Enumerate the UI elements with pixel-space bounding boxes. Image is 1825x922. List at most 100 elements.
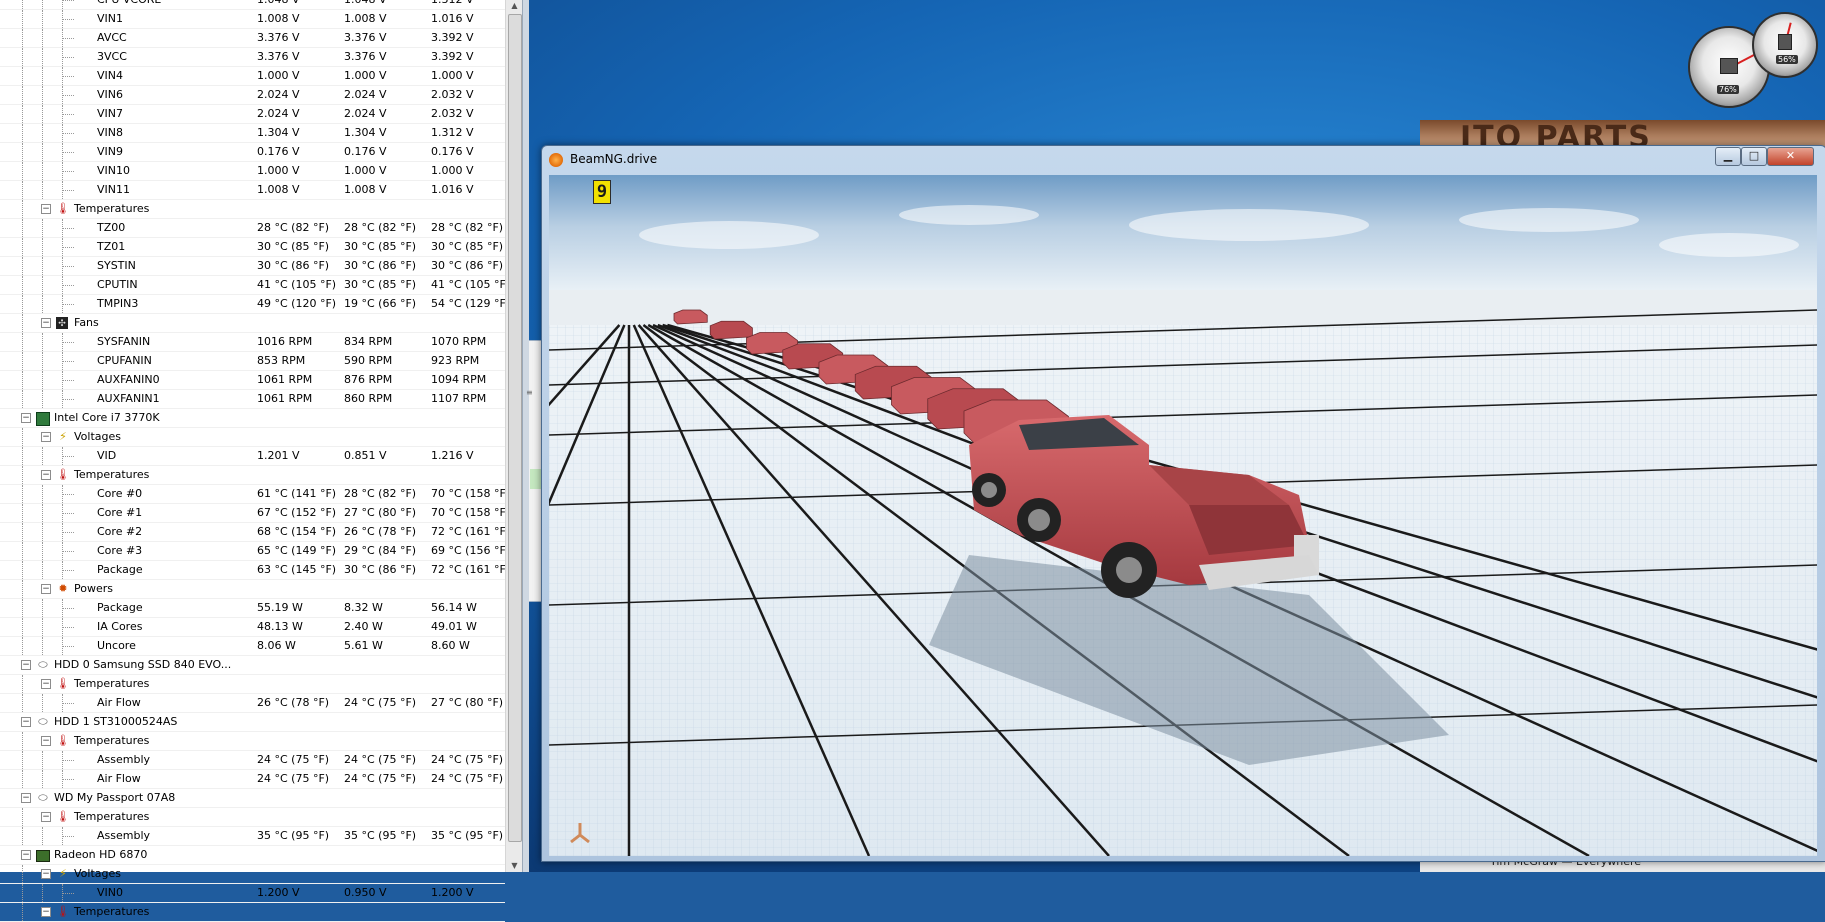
sensor-max-value: 72 °C (161 °F)	[431, 563, 511, 576]
sensor-tree-scrollbar[interactable]: ▲ ▼	[505, 0, 523, 872]
sensor-row[interactable]: VIN7 2.024 V 2.024 V 2.032 V	[0, 105, 505, 124]
sensor-row[interactable]: AUXFANIN1 1061 RPM 860 RPM 1107 RPM	[0, 390, 505, 409]
sensor-max-value: 1.000 V	[431, 164, 474, 177]
collapse-toggle-icon[interactable]: −	[41, 318, 51, 328]
sensor-row[interactable]: TMPIN3 49 °C (120 °F) 19 °C (66 °F) 54 °C (…	[0, 295, 510, 314]
collapse-toggle-icon[interactable]: −	[21, 717, 31, 727]
sensor-row[interactable]: VIN6 2.024 V 2.024 V 2.032 V	[0, 86, 505, 105]
window-resize-edge[interactable]: ≡	[522, 0, 533, 872]
sensor-group-label: HDD 0 Samsung SSD 840 EVO...	[54, 658, 232, 671]
sensor-group-row[interactable]: − ⬭ WD My Passport 07A8	[0, 789, 505, 808]
beamng-app-icon[interactable]	[549, 153, 563, 167]
sensor-row[interactable]: TZ00 28 °C (82 °F) 28 °C (82 °F) 28 °C (82 …	[0, 219, 505, 238]
sensor-row[interactable]: CPUTIN 41 °C (105 °F) 30 °C (85 °F) 41 °C (…	[0, 276, 510, 295]
sensor-group-label: Temperatures	[74, 677, 150, 690]
collapse-toggle-icon[interactable]: −	[41, 736, 51, 746]
sensor-row[interactable]: Assembly 35 °C (95 °F) 35 °C (95 °F) 35 °C …	[0, 827, 505, 846]
sensor-row[interactable]: VIN9 0.176 V 0.176 V 0.176 V	[0, 143, 505, 162]
sensor-row[interactable]: Assembly 24 °C (75 °F) 24 °C (75 °F) 24 °C …	[0, 751, 505, 770]
sensor-row[interactable]: CPUFANIN 853 RPM 590 RPM 923 RPM	[0, 352, 505, 371]
sensor-group-row[interactable]: − ⚡ Voltages	[0, 865, 505, 884]
sensor-row[interactable]: IA Cores 48.13 W 2.40 W 49.01 W	[0, 618, 505, 637]
minimize-button[interactable]: ▁	[1715, 147, 1741, 166]
sensor-row[interactable]: VIN0 1.200 V 0.950 V 1.200 V	[0, 884, 505, 903]
cpu-meter-gadget[interactable]: 76% 56%	[1688, 12, 1820, 108]
tree-branch-line	[62, 608, 74, 609]
sensor-name: AUXFANIN0	[97, 373, 160, 386]
sensor-group-label: Fans	[74, 316, 99, 329]
sensor-group-row[interactable]: − ✣ Fans	[0, 314, 505, 333]
collapse-toggle-icon[interactable]: −	[41, 907, 51, 917]
sensor-name: Uncore	[97, 639, 136, 652]
collapse-toggle-icon[interactable]: −	[21, 850, 31, 860]
sensor-row[interactable]: Uncore 8.06 W 5.61 W 8.60 W	[0, 637, 505, 656]
sensor-value: 3.376 V	[257, 31, 300, 44]
sensor-row[interactable]: Core #0 61 °C (141 °F) 28 °C (82 °F) 70 °C …	[0, 485, 510, 504]
sensor-group-row[interactable]: − ⬭ HDD 0 Samsung SSD 840 EVO...	[0, 656, 505, 675]
collapse-toggle-icon[interactable]: −	[41, 432, 51, 442]
sensor-row[interactable]: AVCC 3.376 V 3.376 V 3.392 V	[0, 29, 505, 48]
scrollbar-thumb[interactable]	[508, 14, 522, 842]
collapse-toggle-icon[interactable]: −	[41, 204, 51, 214]
close-button[interactable]: ✕	[1767, 147, 1814, 166]
collapse-toggle-icon[interactable]: −	[21, 413, 31, 423]
sensor-group-row[interactable]: − 🌡 Temperatures	[0, 200, 505, 219]
tree-guide-line	[42, 523, 43, 541]
tree-guide-line	[22, 29, 23, 47]
sensor-group-row[interactable]: − 🌡 Temperatures	[0, 903, 505, 922]
sensor-row[interactable]: SYSTIN 30 °C (86 °F) 30 °C (86 °F) 30 °C (8…	[0, 257, 505, 276]
sensor-row[interactable]: TZ01 30 °C (85 °F) 30 °C (85 °F) 30 °C (85 …	[0, 238, 505, 257]
sensor-group-row[interactable]: − ⚡ Voltages	[0, 428, 505, 447]
sensor-row[interactable]: VIN4 1.000 V 1.000 V 1.000 V	[0, 67, 505, 86]
sensor-min-value: 1.008 V	[344, 183, 387, 196]
sensor-row[interactable]: Core #2 68 °C (154 °F) 26 °C (78 °F) 72 °C …	[0, 523, 510, 542]
sensor-row[interactable]: Package 55.19 W 8.32 W 56.14 W	[0, 599, 505, 618]
sensor-row[interactable]: VIN10 1.000 V 1.000 V 1.000 V	[0, 162, 505, 181]
sensor-group-row[interactable]: − 🌡 Temperatures	[0, 675, 505, 694]
scroll-down-arrow-icon[interactable]: ▼	[509, 861, 520, 871]
maximize-button[interactable]: □	[1741, 147, 1767, 166]
sensor-row[interactable]: Air Flow 24 °C (75 °F) 24 °C (75 °F) 24 °C …	[0, 770, 505, 789]
tree-guide-line	[22, 162, 23, 180]
sensor-row[interactable]: SYSFANIN 1016 RPM 834 RPM 1070 RPM	[0, 333, 505, 352]
sensor-row[interactable]: Core #3 65 °C (149 °F) 29 °C (84 °F) 69 °C …	[0, 542, 510, 561]
collapse-toggle-icon[interactable]: −	[41, 470, 51, 480]
window-titlebar[interactable]: BeamNG.drive ▁ □ ✕	[542, 146, 1825, 174]
sensor-name: VIN0	[97, 886, 123, 899]
sensor-group-row[interactable]: − ⬭ HDD 1 ST31000524AS	[0, 713, 505, 732]
sensor-row[interactable]: VIN11 1.008 V 1.008 V 1.016 V	[0, 181, 505, 200]
collapse-toggle-icon[interactable]: −	[41, 812, 51, 822]
tree-guide-line	[42, 124, 43, 142]
sensor-row[interactable]: VID 1.201 V 0.851 V 1.216 V	[0, 447, 505, 466]
sensor-group-row[interactable]: − 🌡 Temperatures	[0, 466, 505, 485]
collapse-toggle-icon[interactable]: −	[21, 793, 31, 803]
sensor-group-row[interactable]: − 🌡 Temperatures	[0, 732, 505, 751]
sensor-row[interactable]: Core #1 67 °C (152 °F) 27 °C (80 °F) 70 °C …	[0, 504, 510, 523]
sensor-row[interactable]: VIN1 1.008 V 1.008 V 1.016 V	[0, 10, 505, 29]
sensor-row[interactable]: AUXFANIN0 1061 RPM 876 RPM 1094 RPM	[0, 371, 505, 390]
sensor-group-row[interactable]: − ✹ Powers	[0, 580, 505, 599]
tree-guide-line	[42, 390, 43, 408]
sensor-value: 24 °C (75 °F)	[257, 772, 330, 785]
sensor-row[interactable]: VIN8 1.304 V 1.304 V 1.312 V	[0, 124, 505, 143]
game-viewport[interactable]: 9	[549, 175, 1817, 856]
beamng-window[interactable]: BeamNG.drive ▁ □ ✕ 9	[541, 145, 1825, 862]
collapse-toggle-icon[interactable]: −	[21, 660, 31, 670]
collapse-toggle-icon[interactable]: −	[41, 869, 51, 879]
tree-guide-line	[42, 295, 43, 313]
sensor-row[interactable]: Air Flow 26 °C (78 °F) 24 °C (75 °F) 27 °C …	[0, 694, 505, 713]
sensor-group-row[interactable]: − Radeon HD 6870	[0, 846, 505, 865]
sensor-group-label: Voltages	[74, 867, 121, 880]
collapse-toggle-icon[interactable]: −	[41, 679, 51, 689]
sensor-group-row[interactable]: − 🌡 Temperatures	[0, 808, 505, 827]
sensor-tree[interactable]: CPU VCORE 1.048 V 1.048 V 1.312 V VIN1 1.008 …	[0, 0, 510, 922]
splitter-grip-icon: ≡	[526, 388, 533, 397]
scroll-up-arrow-icon[interactable]: ▲	[509, 1, 520, 11]
collapse-toggle-icon[interactable]: −	[41, 584, 51, 594]
sensor-group-row[interactable]: − Intel Core i7 3770K	[0, 409, 505, 428]
tree-guide-line	[42, 827, 43, 845]
sensor-row[interactable]: CPU VCORE 1.048 V 1.048 V 1.312 V	[0, 0, 505, 10]
sensor-min-value: 30 °C (85 °F)	[344, 240, 417, 253]
sensor-row[interactable]: Package 63 °C (145 °F) 30 °C (86 °F) 72 °C …	[0, 561, 510, 580]
sensor-row[interactable]: 3VCC 3.376 V 3.376 V 3.392 V	[0, 48, 505, 67]
